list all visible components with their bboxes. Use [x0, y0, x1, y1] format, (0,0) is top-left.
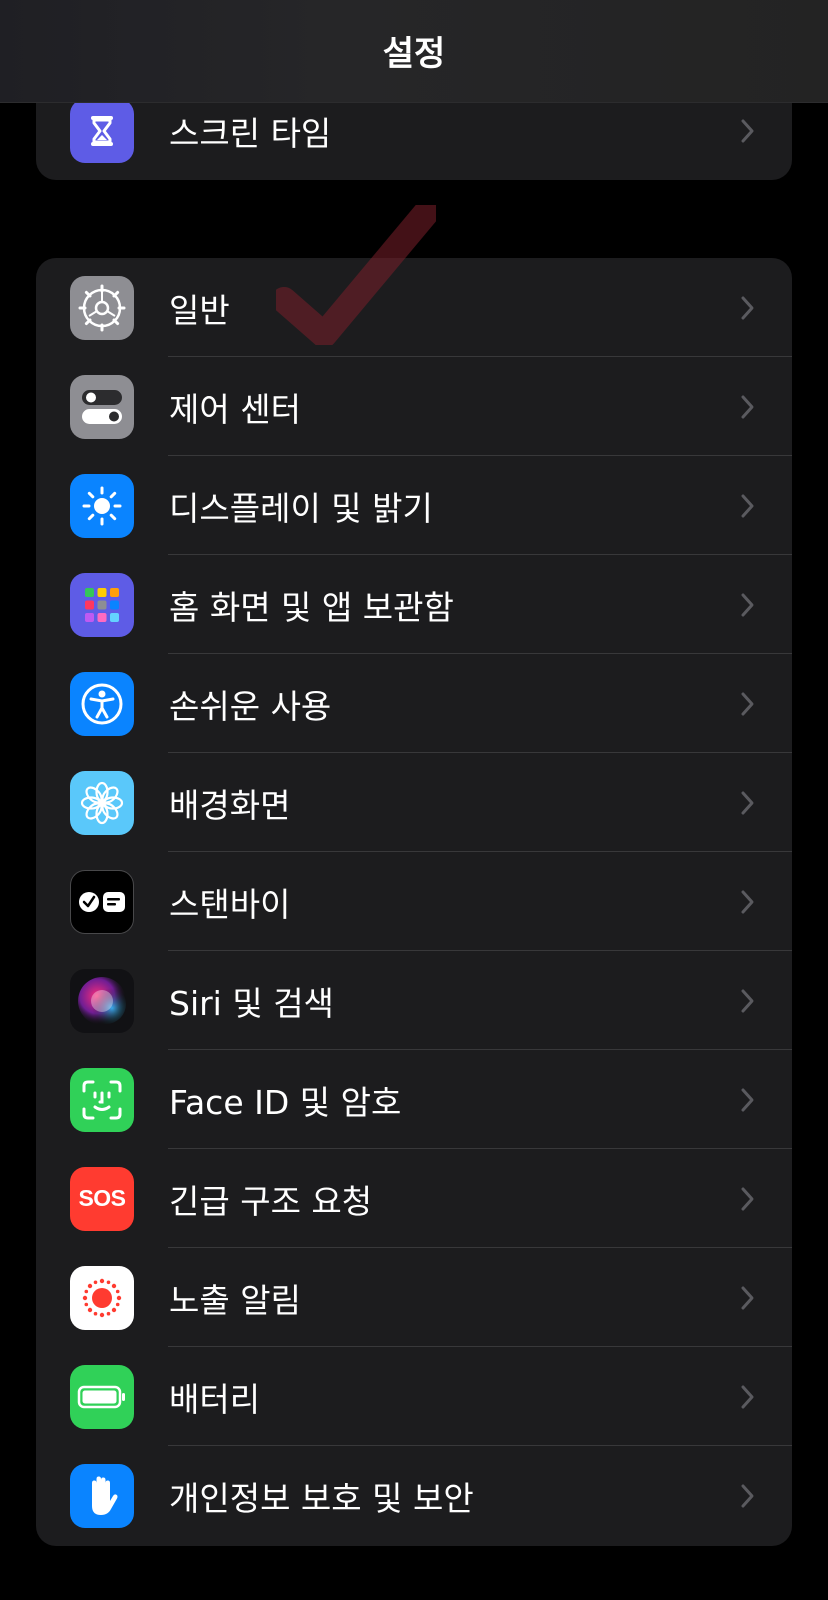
- settings-row-privacy-security[interactable]: 개인정보 보호 및 보안: [36, 1446, 792, 1545]
- chevron-right-icon: [741, 119, 754, 142]
- app-grid-icon: [70, 572, 134, 637]
- chevron-right-icon: [741, 395, 754, 418]
- chevron-right-icon: [741, 1484, 754, 1507]
- settings-row-label: Face ID 및 암호: [169, 1082, 402, 1122]
- settings-row-exposure-notifications[interactable]: 노출 알림: [36, 1248, 792, 1347]
- toggles-icon: [70, 374, 134, 439]
- exposure-icon: [70, 1265, 134, 1330]
- battery-icon: [70, 1364, 134, 1429]
- settings-row-label: 배경화면: [169, 785, 291, 825]
- sos-icon: SOS: [70, 1166, 134, 1231]
- settings-row-label: 개인정보 보호 및 보안: [169, 1478, 474, 1518]
- sun-icon: [70, 473, 134, 538]
- settings-row-label: 스크린 타임: [169, 113, 332, 153]
- settings-screen: 설정 스크린 타임 일반 제어 센터 디스플레이 및 밝기 홈 화면 및 앱 보…: [0, 0, 828, 1600]
- chevron-right-icon: [741, 989, 754, 1012]
- settings-row-battery[interactable]: 배터리: [36, 1347, 792, 1446]
- accessibility-icon: [70, 671, 134, 736]
- settings-row-label: 일반: [169, 290, 230, 330]
- settings-row-face-id[interactable]: Face ID 및 암호: [36, 1050, 792, 1149]
- navigation-bar: 설정: [0, 0, 828, 103]
- chevron-right-icon: [741, 692, 754, 715]
- settings-row-emergency-sos[interactable]: SOS 긴급 구조 요청: [36, 1149, 792, 1248]
- face-id-icon: [70, 1067, 134, 1132]
- settings-row-label: 홈 화면 및 앱 보관함: [169, 587, 454, 627]
- chevron-right-icon: [741, 296, 754, 319]
- settings-row-wallpaper[interactable]: 배경화면: [36, 753, 792, 852]
- chevron-right-icon: [741, 791, 754, 814]
- chevron-right-icon: [741, 593, 754, 616]
- settings-row-label: 긴급 구조 요청: [169, 1181, 373, 1221]
- settings-row-display-brightness[interactable]: 디스플레이 및 밝기: [36, 456, 792, 555]
- settings-row-label: 노출 알림: [169, 1280, 301, 1320]
- sos-icon-text: SOS: [78, 1185, 126, 1211]
- chevron-right-icon: [741, 494, 754, 517]
- settings-row-siri-search[interactable]: Siri 및 검색: [36, 951, 792, 1050]
- siri-icon: [70, 968, 134, 1033]
- settings-row-label: 손쉬운 사용: [169, 686, 332, 726]
- standby-icon: [70, 869, 134, 934]
- settings-row-standby[interactable]: 스탠바이: [36, 852, 792, 951]
- flower-icon: [70, 770, 134, 835]
- chevron-right-icon: [741, 890, 754, 913]
- settings-row-accessibility[interactable]: 손쉬운 사용: [36, 654, 792, 753]
- settings-row-label: 제어 센터: [169, 389, 301, 429]
- page-title: 설정: [382, 33, 446, 74]
- chevron-right-icon: [741, 1286, 754, 1309]
- gear-icon: [70, 275, 134, 340]
- settings-row-label: 배터리: [169, 1379, 261, 1419]
- settings-row-home-screen[interactable]: 홈 화면 및 앱 보관함: [36, 555, 792, 654]
- settings-row-label: Siri 및 검색: [169, 983, 334, 1023]
- hourglass-icon: [70, 98, 134, 163]
- settings-group-main: 일반 제어 센터 디스플레이 및 밝기 홈 화면 및 앱 보관함 손쉬운 사용 …: [36, 258, 792, 1546]
- chevron-right-icon: [741, 1088, 754, 1111]
- chevron-right-icon: [741, 1187, 754, 1210]
- settings-row-general[interactable]: 일반: [36, 258, 792, 357]
- settings-row-control-center[interactable]: 제어 센터: [36, 357, 792, 456]
- chevron-right-icon: [741, 1385, 754, 1408]
- hand-icon: [70, 1463, 134, 1528]
- settings-row-label: 스탠바이: [169, 884, 291, 924]
- settings-row-label: 디스플레이 및 밝기: [169, 488, 433, 528]
